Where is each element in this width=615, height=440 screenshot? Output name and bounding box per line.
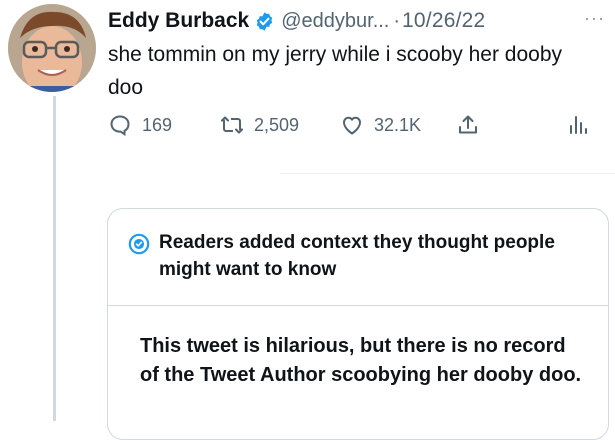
retweet-button[interactable]: 2,509 bbox=[220, 110, 299, 140]
community-note: Readers added context they thought peopl… bbox=[107, 208, 609, 440]
tweet-text: she tommin on my jerry while i scooby he… bbox=[108, 43, 563, 99]
reply-count: 169 bbox=[142, 114, 173, 135]
community-note-title: Readers added context they thought peopl… bbox=[159, 232, 555, 280]
author-handle[interactable]: @eddybur... bbox=[281, 10, 389, 33]
avatar-image bbox=[8, 4, 96, 92]
analytics-icon bbox=[570, 116, 587, 134]
community-note-header: Readers added context they thought peopl… bbox=[108, 209, 608, 306]
like-count: 32.1K bbox=[374, 114, 422, 135]
tweet-date[interactable]: 10/26/22 bbox=[402, 9, 485, 33]
community-note-body: This tweet is hilarious, but there is no… bbox=[140, 335, 582, 386]
like-button[interactable]: 32.1K bbox=[340, 110, 421, 140]
tweet-header: Eddy Burback @eddybur... · 10/26/22 ··· bbox=[108, 6, 615, 36]
analytics-button[interactable] bbox=[566, 110, 590, 140]
reply-icon bbox=[110, 115, 130, 137]
verified-badge-icon bbox=[254, 11, 275, 32]
divider bbox=[280, 173, 615, 174]
share-icon bbox=[459, 115, 477, 134]
retweet-icon bbox=[221, 116, 243, 134]
heart-icon bbox=[343, 116, 361, 135]
retweet-count: 2,509 bbox=[254, 114, 300, 135]
share-button[interactable] bbox=[456, 110, 480, 140]
reply-button[interactable]: 169 bbox=[108, 110, 172, 140]
thread-line bbox=[53, 96, 56, 421]
community-notes-icon bbox=[128, 233, 150, 255]
tweet-actions: 169 2,509 32.1K bbox=[108, 110, 587, 140]
more-options-icon[interactable]: ··· bbox=[584, 8, 605, 29]
author-name[interactable]: Eddy Burback bbox=[108, 9, 249, 33]
avatar[interactable] bbox=[8, 4, 96, 92]
header-separator: · bbox=[393, 9, 401, 32]
